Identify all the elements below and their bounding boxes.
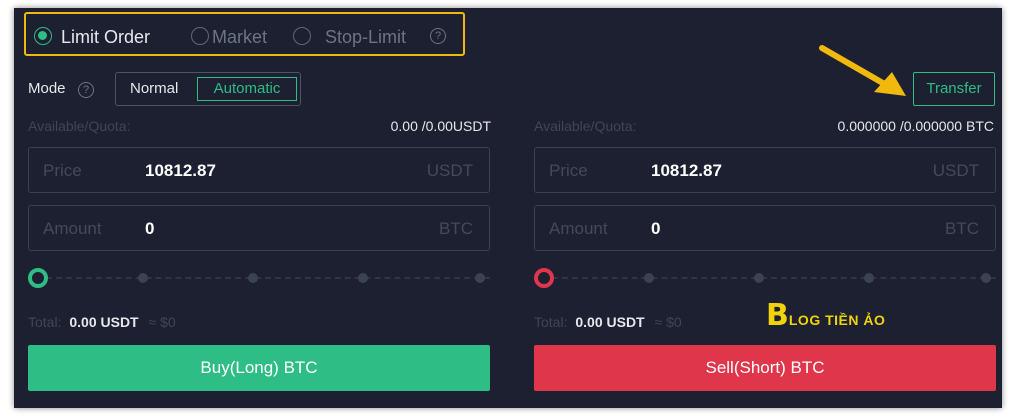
buy-slider-step-dot[interactable]: [248, 273, 258, 283]
stop-limit-help-icon[interactable]: ?: [430, 28, 446, 44]
watermark-letter: B: [766, 298, 789, 333]
arrow-annotation-icon: [819, 45, 906, 96]
stop-limit-radio-icon[interactable]: [293, 27, 311, 45]
order-type-stop-limit[interactable]: Stop-Limit: [325, 27, 406, 48]
buy-available-label: Available/Quota:: [28, 118, 131, 134]
buy-slider-step-dot[interactable]: [475, 273, 485, 283]
limit-order-radio-icon[interactable]: [34, 27, 52, 45]
sell-amount-field[interactable]: Amount 0 BTC: [534, 205, 996, 251]
transfer-button[interactable]: Transfer: [913, 72, 995, 106]
sell-price-field[interactable]: Price 10812.87 USDT: [534, 147, 996, 193]
buy-slider-step-dot[interactable]: [358, 273, 368, 283]
watermark-text: LOG TIỀN ẢO: [788, 312, 886, 328]
sell-slider-track: [552, 277, 996, 279]
trading-panel: Limit Order Market Stop-Limit ? Mode ? N…: [14, 8, 1002, 408]
sell-price-unit: USDT: [932, 161, 979, 180]
sell-slider-step-dot[interactable]: [644, 273, 654, 283]
order-type-selector: Limit Order Market Stop-Limit ?: [24, 12, 465, 56]
mode-help-icon[interactable]: ?: [78, 82, 94, 98]
sell-slider-step-dot[interactable]: [981, 273, 991, 283]
sell-total-row: Total: 0.00 USDT ≈ $0: [534, 314, 682, 330]
market-radio-icon[interactable]: [191, 27, 209, 45]
buy-slider-step-dot[interactable]: [138, 273, 148, 283]
buy-amount-input[interactable]: 0: [145, 219, 154, 239]
sell-total-value: 0.00 USDT: [575, 314, 645, 330]
buy-long-button[interactable]: Buy(Long) BTC: [28, 345, 490, 391]
sell-slider-step-dot[interactable]: [864, 273, 874, 283]
buy-slider-handle[interactable]: [28, 268, 48, 288]
sell-price-label: Price: [549, 161, 588, 180]
sell-total-label: Total:: [534, 314, 568, 330]
buy-total-approx: ≈ $0: [148, 314, 176, 330]
buy-total-row: Total: 0.00 USDT ≈ $0: [28, 314, 176, 330]
sell-amount-slider[interactable]: [534, 268, 996, 288]
sell-amount-label: Amount: [549, 219, 608, 238]
sell-price-input[interactable]: 10812.87: [651, 161, 722, 181]
sell-available-label: Available/Quota:: [534, 118, 637, 134]
buy-amount-field[interactable]: Amount 0 BTC: [28, 205, 490, 251]
sell-available-value: 0.000000 /0.000000 BTC: [837, 118, 994, 134]
order-type-market[interactable]: Market: [212, 27, 267, 48]
mode-label: Mode: [28, 80, 66, 97]
order-type-limit[interactable]: Limit Order: [61, 27, 150, 48]
buy-price-field[interactable]: Price 10812.87 USDT: [28, 147, 490, 193]
mode-normal-option[interactable]: Normal: [130, 80, 178, 97]
buy-price-label: Price: [43, 161, 82, 180]
blog-logo-watermark: BLOG TIỀN ẢO: [766, 298, 885, 333]
sell-slider-handle[interactable]: [534, 268, 554, 288]
buy-available-value: 0.00 /0.00USDT: [390, 118, 491, 134]
sell-amount-unit: BTC: [945, 219, 979, 238]
buy-amount-unit: BTC: [439, 219, 473, 238]
buy-amount-slider[interactable]: [28, 268, 490, 288]
buy-price-unit: USDT: [426, 161, 473, 180]
sell-slider-step-dot[interactable]: [754, 273, 764, 283]
sell-short-button[interactable]: Sell(Short) BTC: [534, 345, 996, 391]
mode-automatic-option[interactable]: Automatic: [197, 77, 297, 101]
buy-price-input[interactable]: 10812.87: [145, 161, 216, 181]
sell-amount-input[interactable]: 0: [651, 219, 660, 239]
buy-amount-label: Amount: [43, 219, 102, 238]
buy-total-label: Total:: [28, 314, 62, 330]
buy-total-value: 0.00 USDT: [69, 314, 139, 330]
buy-slider-track: [46, 277, 490, 279]
sell-total-approx: ≈ $0: [654, 314, 682, 330]
